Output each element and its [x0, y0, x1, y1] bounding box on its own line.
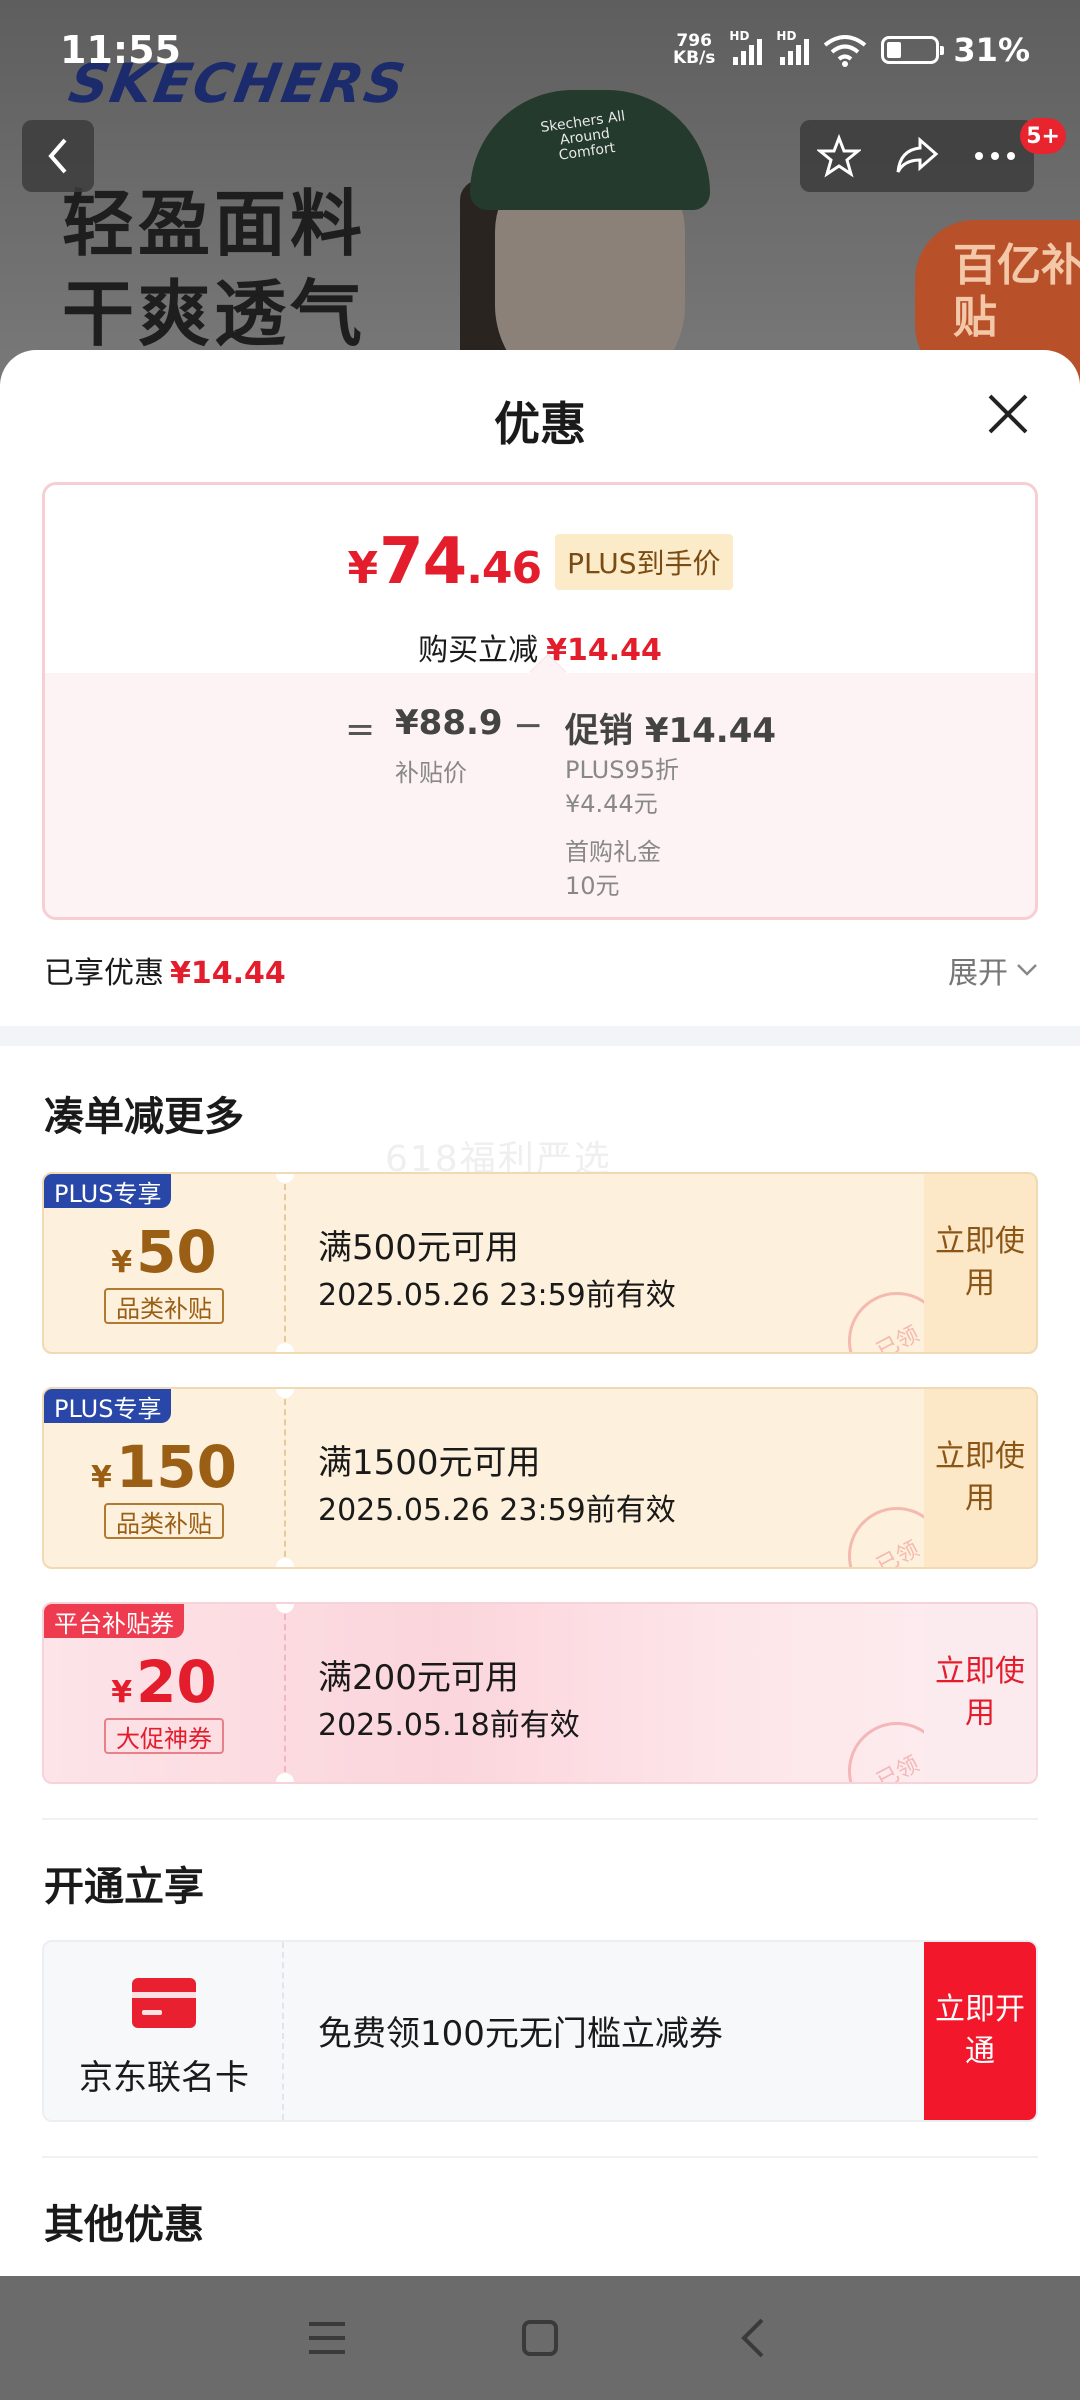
promo-detail: 10元	[565, 872, 620, 900]
network-speed: 796 KB/s	[672, 31, 716, 68]
chevron-left-icon	[48, 138, 67, 174]
coupon-condition: 满200元可用	[318, 1658, 519, 1698]
coupon-card: PLUS专享 ¥150 品类补贴 满1500元可用 2025.05.26 23:…	[42, 1387, 1038, 1569]
open-card-button[interactable]: 立即开通	[924, 1942, 1036, 2120]
signal-2-icon: HD	[776, 29, 810, 65]
home-square-icon	[521, 2320, 558, 2356]
price-breakdown: = ¥88.9 补贴价 − 促销 ¥14.44 PLUS95折 ¥4.44元 首…	[45, 653, 1035, 917]
cobrand-card-offer: 京东联名卡 免费领100元无门槛立减券 立即开通	[42, 1940, 1038, 2122]
instant-discount-value: ¥14.44	[546, 633, 662, 668]
battery-icon	[881, 36, 945, 64]
use-coupon-button[interactable]: 立即使用	[924, 1604, 1036, 1782]
final-price-row: ¥74.46 PLUS到手价	[45, 525, 1035, 599]
enjoyed-discount-row: 已享优惠 ¥14.44 展开	[44, 948, 1038, 992]
final-price: ¥74.46	[347, 525, 543, 599]
discount-sheet: 优惠 ¥74.46 PLUS到手价 购买立减 ¥14.44 = ¥88.9 补贴价…	[0, 350, 1080, 2276]
battery-percent: 31%	[953, 31, 1030, 69]
card-name: 京东联名卡	[79, 2058, 249, 2098]
sheet-title: 优惠	[494, 397, 586, 451]
expand-button[interactable]: 展开	[948, 948, 1038, 992]
model-image: Skechers All Around Comfort	[440, 60, 740, 400]
back-arrow-icon	[741, 2318, 764, 2358]
other-section-title: 其他优惠	[44, 2202, 204, 2248]
close-button[interactable]	[978, 384, 1038, 444]
section-divider	[0, 1026, 1080, 1046]
price-summary-card: ¥74.46 PLUS到手价 购买立减 ¥14.44 = ¥88.9 补贴价 − …	[42, 482, 1038, 920]
coupon-validity: 2025.05.26 23:59前有效	[318, 1278, 676, 1313]
coupon-amount: ¥50	[111, 1218, 217, 1286]
divider	[42, 2156, 1038, 2158]
coupon-section-title: 凑单减更多	[44, 1094, 244, 1140]
coupon-card: PLUS专享 ¥50 品类补贴 满500元可用 2025.05.26 23:59…	[42, 1172, 1038, 1354]
recent-apps-button[interactable]	[292, 2303, 362, 2373]
status-icons: 796 KB/s HD HD 31%	[672, 29, 1030, 69]
coupon-condition: 满500元可用	[318, 1228, 519, 1268]
enjoyed-value: ¥14.44	[170, 956, 286, 991]
header-actions	[800, 120, 1034, 192]
back-button[interactable]	[22, 120, 94, 192]
wifi-icon	[824, 35, 867, 67]
coupon-type: 品类补贴	[104, 1503, 224, 1539]
coupon-tag: 平台补贴券	[44, 1604, 184, 1638]
minus-sign: −	[513, 705, 544, 746]
menu-icon	[308, 2322, 345, 2354]
use-coupon-button[interactable]: 立即使用	[924, 1389, 1036, 1567]
card-offer-description: 免费领100元无门槛立减券	[318, 2014, 723, 2054]
credit-card-icon	[132, 1978, 196, 2028]
status-time: 11:55	[60, 28, 181, 72]
base-price: ¥88.9	[395, 703, 503, 743]
home-button[interactable]	[505, 2303, 575, 2373]
nav-back-button[interactable]	[718, 2303, 788, 2373]
promo-detail: PLUS95折	[565, 756, 679, 784]
product-hero: 11:55 796 KB/s HD HD 31% SKECHERS 轻盈面料 干…	[0, 0, 1080, 400]
coupon-type: 大促神券	[104, 1718, 224, 1754]
equals-sign: =	[345, 709, 376, 750]
hero-slogan-2: 干爽透气	[62, 272, 367, 356]
coupon-amount: ¥20	[111, 1648, 217, 1716]
close-icon	[988, 394, 1028, 434]
share-icon[interactable]	[894, 136, 940, 176]
coupon-tag: PLUS专享	[44, 1389, 172, 1423]
chevron-down-icon	[1017, 964, 1037, 976]
open-section-title: 开通立享	[44, 1864, 204, 1910]
coupon-condition: 满1500元可用	[318, 1443, 541, 1483]
base-price-label: 补贴价	[395, 759, 467, 787]
signal-1-icon: HD	[729, 29, 763, 65]
coupon-type: 品类补贴	[104, 1288, 224, 1324]
use-coupon-button[interactable]: 立即使用	[924, 1174, 1036, 1352]
coupon-tag: PLUS专享	[44, 1174, 172, 1208]
coupon-validity: 2025.05.26 23:59前有效	[318, 1493, 676, 1528]
status-bar: 11:55 796 KB/s HD HD 31%	[0, 0, 1080, 100]
plus-price-label: PLUS到手价	[555, 534, 733, 590]
divider	[42, 1818, 1038, 1820]
coupon-validity: 2025.05.18前有效	[318, 1708, 580, 1743]
promo-total: 促销 ¥14.44	[565, 711, 777, 751]
promo-detail: 首购礼金	[565, 838, 661, 866]
star-icon[interactable]	[816, 134, 861, 178]
more-icon[interactable]	[973, 150, 1017, 162]
coupon-card: 平台补贴券 ¥20 大促神券 满200元可用 2025.05.18前有效 已领 …	[42, 1602, 1038, 1784]
enjoyed-label: 已享优惠	[44, 956, 164, 991]
coupon-amount: ¥150	[91, 1433, 237, 1501]
promo-detail: ¥4.44元	[565, 790, 658, 818]
system-nav-bar	[0, 2276, 1080, 2400]
notification-badge: 5+	[1020, 118, 1066, 154]
